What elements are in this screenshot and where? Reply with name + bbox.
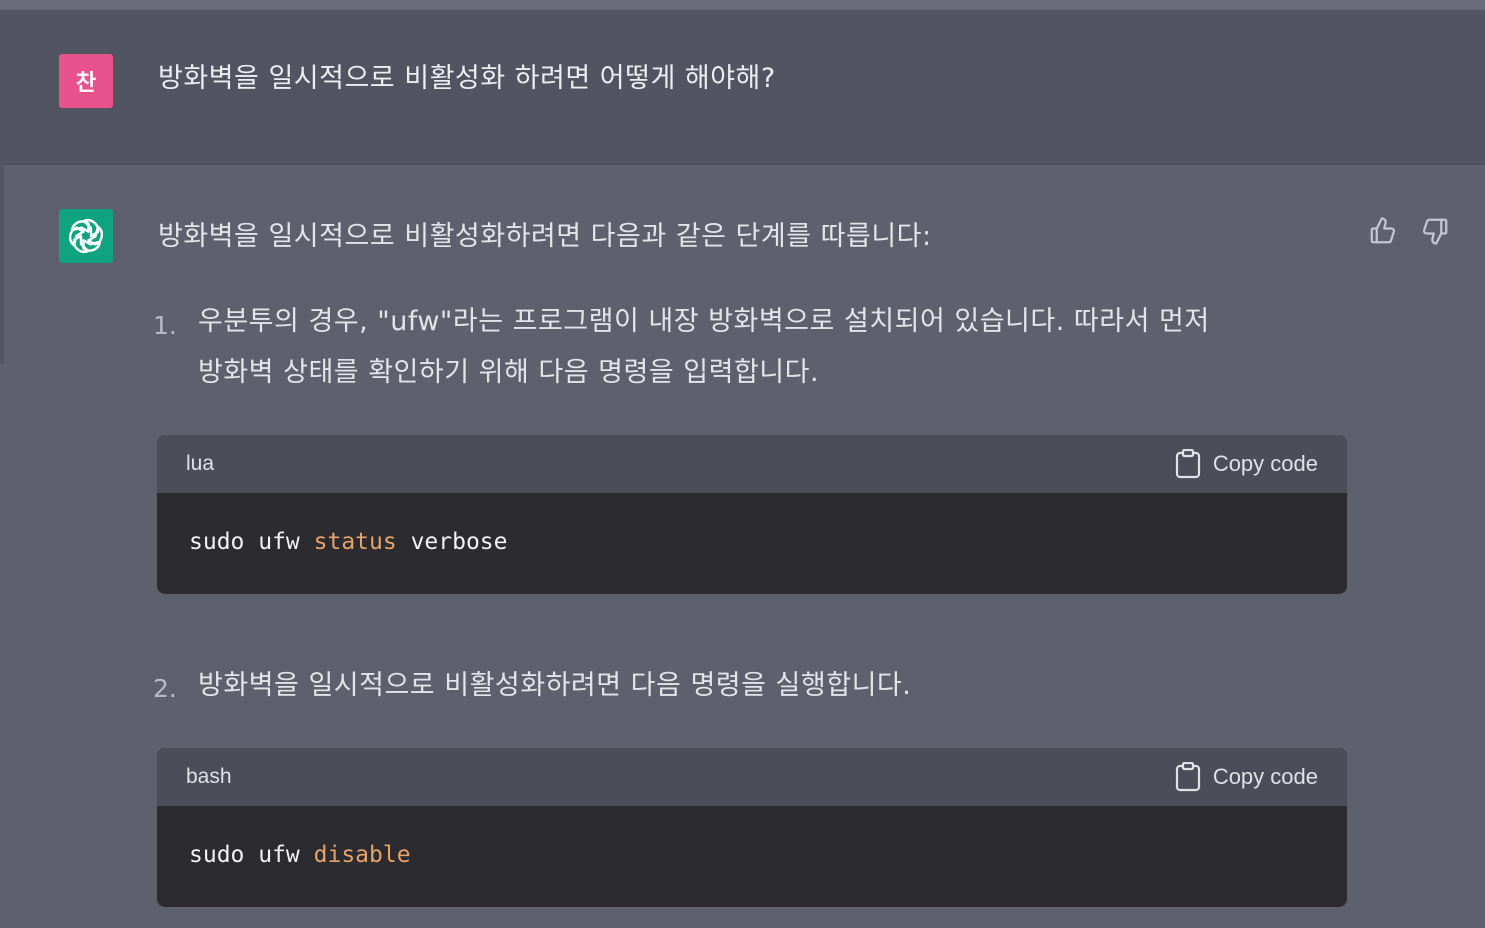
clipboard-icon bbox=[1175, 762, 1200, 792]
user-message-text: 방화벽을 일시적으로 비활성화 하려면 어떻게 해야해? bbox=[158, 63, 776, 94]
step-2-text-line1: 방화벽을 일시적으로 비활성화하려면 다음 명령을 실행합니다. bbox=[198, 670, 912, 701]
code-block-2-language: bash bbox=[186, 765, 232, 788]
clipboard-icon bbox=[1175, 449, 1200, 479]
step-1-text-line2: 방화벽 상태를 확인하기 위해 다음 명령을 입력합니다. bbox=[198, 357, 820, 388]
code-2-plain: sudo ufw bbox=[189, 842, 314, 868]
copy-code-button-1[interactable]: Copy code bbox=[1175, 449, 1318, 479]
code-block-2-body[interactable]: sudo ufw disable bbox=[157, 806, 1347, 907]
thumbs-down-button[interactable] bbox=[1418, 214, 1452, 248]
code-block-1-header: lua Copy code bbox=[157, 435, 1347, 493]
thumbs-up-icon bbox=[1370, 217, 1396, 244]
code-1-rest: verbose bbox=[396, 529, 508, 555]
assistant-avatar bbox=[59, 209, 113, 263]
code-block-1: lua Copy code sudo ufw status verbose bbox=[157, 435, 1347, 594]
openai-logo-icon bbox=[68, 219, 104, 253]
top-strip bbox=[0, 0, 1485, 10]
code-2-keyword: disable bbox=[313, 842, 411, 868]
step-1-text-line1: 우분투의 경우, "ufw"라는 프로그램이 내장 방화벽으로 설치되어 있습니… bbox=[198, 306, 1210, 337]
copy-code-label-2: Copy code bbox=[1212, 764, 1318, 789]
left-edge-shade bbox=[0, 164, 4, 364]
code-block-2-header: bash Copy code bbox=[157, 748, 1347, 806]
code-block-1-language: lua bbox=[186, 452, 215, 475]
user-avatar: 찬 bbox=[59, 54, 113, 108]
assistant-intro-text: 방화벽을 일시적으로 비활성화하려면 다음과 같은 단계를 따릅니다: bbox=[158, 221, 932, 252]
copy-code-label-1: Copy code bbox=[1212, 451, 1318, 476]
code-1-keyword: status bbox=[313, 529, 397, 555]
step-2-number: 2. bbox=[153, 674, 177, 703]
thumbs-up-button[interactable] bbox=[1366, 214, 1400, 248]
code-block-2: bash Copy code sudo ufw disable bbox=[157, 748, 1347, 907]
code-1-plain: sudo ufw bbox=[189, 529, 314, 555]
step-1-number: 1. bbox=[153, 311, 177, 340]
thumbs-down-icon bbox=[1422, 218, 1448, 245]
copy-code-button-2[interactable]: Copy code bbox=[1175, 762, 1318, 792]
code-block-1-body[interactable]: sudo ufw status verbose bbox=[157, 493, 1347, 594]
user-avatar-initial: 찬 bbox=[75, 71, 97, 96]
